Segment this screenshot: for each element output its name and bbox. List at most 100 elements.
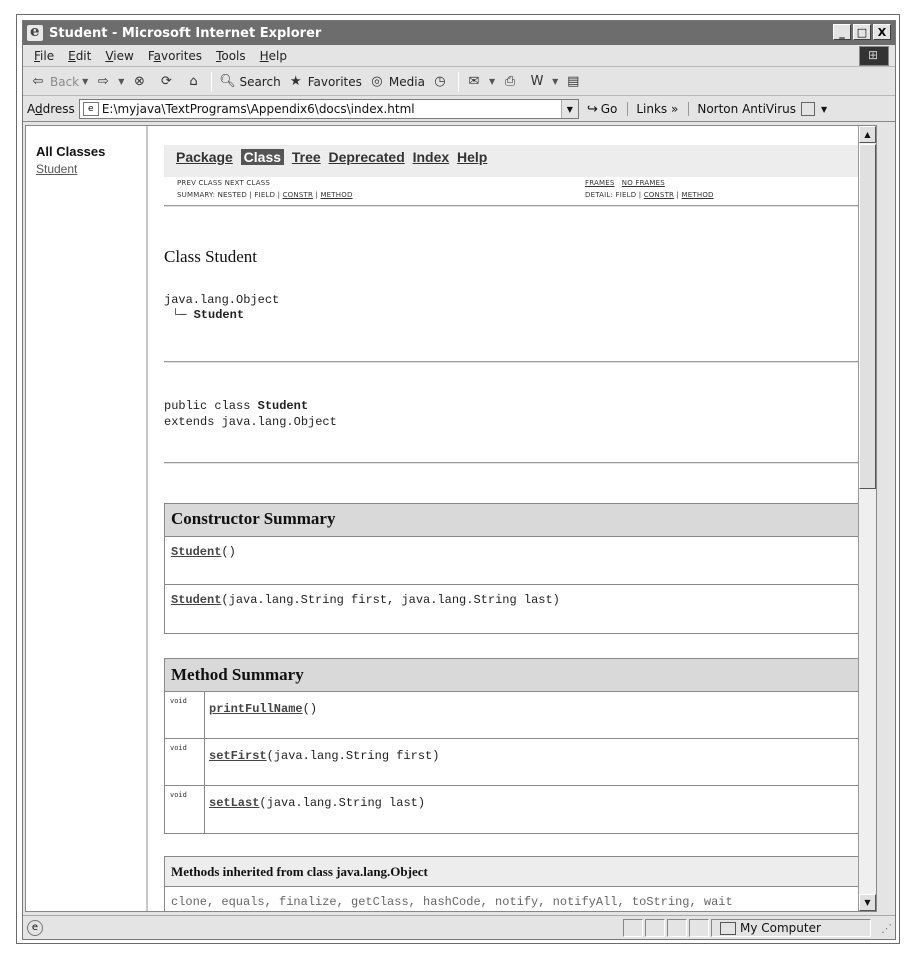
discuss-button[interactable]: ▤ [564, 73, 585, 91]
forward-button[interactable]: ⇨ ▼ [94, 73, 125, 91]
back-arrow-icon: ⇦ [32, 74, 44, 89]
nav-tree[interactable]: Tree [292, 149, 321, 165]
media-button[interactable]: ◎ Media [368, 73, 425, 91]
back-dropdown-icon[interactable]: ▼ [82, 77, 88, 86]
menu-tools[interactable]: Tools [213, 49, 249, 63]
class-declaration: public class Student extends java.lang.O… [164, 398, 864, 430]
scroll-up-button[interactable]: ▲ [859, 126, 876, 143]
menu-edit[interactable]: Edit [65, 49, 94, 63]
refresh-button[interactable]: ⟳ [157, 73, 178, 91]
resize-grip-icon[interactable]: ⋰ [881, 922, 892, 935]
constructor-link[interactable]: Student [171, 545, 221, 559]
divider [164, 462, 870, 464]
address-dropdown-icon[interactable]: ▼ [560, 100, 578, 118]
detail-constr-link[interactable]: CONSTR [644, 191, 674, 199]
superclass: java.lang.Object [164, 293, 280, 307]
method-params: (java.lang.String first) [266, 749, 440, 763]
detail-method-link[interactable]: METHOD [682, 191, 714, 199]
method-link[interactable]: printFullName [209, 702, 303, 716]
divider [164, 205, 870, 207]
scroll-thumb[interactable] [859, 144, 876, 489]
class-doc-frame: Package Class Tree Deprecated Index Help… [150, 126, 876, 911]
stop-icon: ⊗ [134, 74, 145, 89]
inheritance-class-name: Student [193, 308, 245, 322]
nav-package[interactable]: Package [176, 149, 233, 165]
forward-dropdown-icon[interactable]: ▼ [118, 77, 124, 86]
constructor-link[interactable]: Student [171, 593, 221, 607]
inheritance-tree: java.lang.Object └─ Student [164, 293, 864, 323]
frames-link[interactable]: FRAMES [585, 179, 615, 187]
menu-help-label: elp [268, 48, 288, 63]
nav-help[interactable]: Help [457, 149, 487, 165]
windows-logo-icon [859, 46, 889, 66]
method-summary-heading: Method Summary [165, 659, 871, 692]
norton-antivirus-button[interactable]: Norton AntiVirus ▼ [688, 102, 827, 116]
menu-file[interactable]: File [31, 49, 57, 63]
minimize-button[interactable]: _ [833, 24, 851, 40]
declaration-extends: extends java.lang.Object [164, 415, 337, 429]
window-controls: _ □ X [833, 24, 891, 40]
close-button[interactable]: X [873, 24, 891, 40]
mail-icon: ✉ [468, 74, 480, 89]
refresh-icon: ⟳ [161, 74, 172, 89]
standard-toolbar: ⇦ Back ▼ ⇨ ▼ ⊗ ⟳ ⌂ 🔍︎ Search ★ Favorites… [23, 68, 895, 96]
method-link[interactable]: setLast [209, 796, 259, 810]
menu-help[interactable]: Help [257, 49, 290, 63]
menu-favorites-label: vorites [161, 48, 203, 63]
table-row: void setLast(java.lang.String last) [165, 786, 871, 833]
title-bar: Student - Microsoft Internet Explorer _ … [23, 21, 895, 45]
edit-button[interactable]: W ▼ [528, 73, 559, 91]
method-summary-table: Method Summary void printFullName() void… [164, 658, 872, 834]
page-icon: e [82, 102, 99, 116]
prev-next-class: PREV CLASS NEXT CLASS [177, 179, 271, 187]
address-label-mnemonic: d [35, 102, 43, 116]
back-button[interactable]: ⇦ Back ▼ [29, 73, 89, 91]
address-url: E:\myjava\TextPrograms\Appendix6\docs\in… [101, 102, 415, 116]
class-link-student[interactable]: Student [36, 162, 146, 176]
links-button[interactable]: Links » [627, 102, 678, 116]
edit-dropdown-icon[interactable]: ▼ [552, 77, 558, 86]
menu-view[interactable]: View [102, 49, 136, 63]
address-input[interactable]: e E:\myjava\TextPrograms\Appendix6\docs\… [78, 99, 579, 119]
divider [164, 361, 870, 363]
home-button[interactable]: ⌂ [184, 73, 205, 91]
table-row: Student() [165, 537, 871, 585]
subnav-row-1: PREV CLASS NEXT CLASS FRAMES NO FRAMES [177, 177, 870, 189]
norton-dropdown-icon[interactable]: ▼ [821, 105, 827, 114]
maximize-button[interactable]: □ [853, 24, 871, 40]
no-frames-link[interactable]: NO FRAMES [622, 179, 665, 187]
page-status-icon: e [27, 919, 43, 936]
inherited-methods-table: Methods inherited from class java.lang.O… [164, 856, 872, 911]
norton-label: Norton AntiVirus [697, 102, 796, 116]
method-params: (java.lang.String last) [259, 796, 426, 810]
summary-prefix: SUMMARY: NESTED | FIELD | [177, 191, 283, 199]
print-button[interactable]: ⎙ [501, 73, 522, 91]
favorites-label: Favorites [307, 74, 362, 89]
go-button[interactable]: ↪ Go [587, 102, 618, 117]
nav-deprecated[interactable]: Deprecated [328, 149, 404, 165]
scroll-down-button[interactable]: ▼ [859, 894, 876, 911]
favorites-button[interactable]: ★ Favorites [287, 73, 362, 91]
menu-favorites-mnemonic: a [153, 48, 161, 63]
vertical-scrollbar[interactable]: ▲ ▼ [858, 126, 876, 911]
method-return-type: void [165, 786, 205, 833]
table-row: void setFirst(java.lang.String first) [165, 739, 871, 786]
inherited-methods-list: clone, equals, finalize, getClass, hashC… [171, 895, 733, 909]
search-label: Search [239, 74, 281, 89]
stop-button[interactable]: ⊗ [130, 73, 151, 91]
method-link[interactable]: setFirst [209, 749, 267, 763]
menu-help-mnemonic: H [259, 48, 269, 63]
mail-dropdown-icon[interactable]: ▼ [489, 77, 495, 86]
history-button[interactable]: ◷ [431, 73, 452, 91]
summary-method-link[interactable]: METHOD [320, 191, 352, 199]
subnav-row-2: SUMMARY: NESTED | FIELD | CONSTR | METHO… [177, 189, 870, 201]
status-bar: e My Computer ⋰ [23, 915, 895, 939]
search-button[interactable]: 🔍︎ Search [218, 73, 281, 91]
method-signature: printFullName() [205, 692, 317, 738]
go-arrow-icon: ↪ [586, 101, 598, 117]
mail-button[interactable]: ✉ ▼ [465, 73, 496, 91]
nav-index[interactable]: Index [413, 149, 450, 165]
address-bar: Address e E:\myjava\TextPrograms\Appendi… [23, 97, 895, 122]
menu-favorites[interactable]: Favorites [145, 49, 205, 63]
summary-constr-link[interactable]: CONSTR [283, 191, 313, 199]
